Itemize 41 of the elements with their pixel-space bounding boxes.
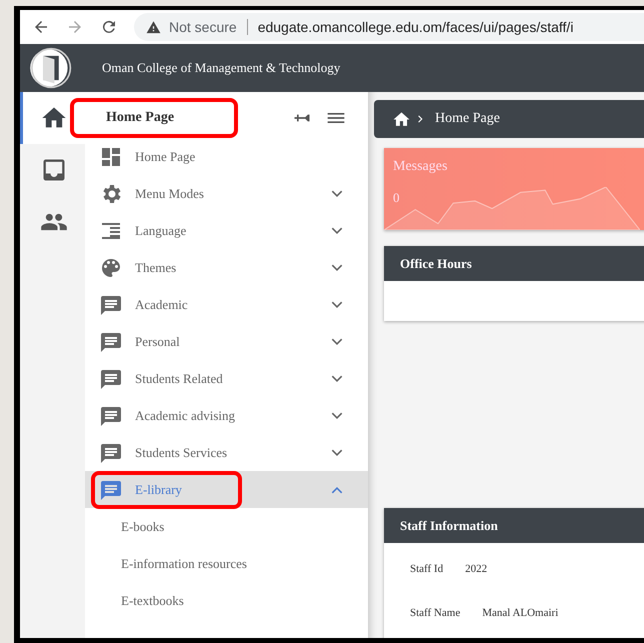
url-text: edugate.omancollege.edu.om/faces/ui/pages/staff/i bbox=[258, 19, 574, 35]
field-value: Manal ALOmairi bbox=[482, 607, 558, 619]
menu-item-label: Themes bbox=[135, 260, 176, 276]
menu-item[interactable]: Academic bbox=[85, 286, 368, 323]
breadcrumb-link[interactable]: Home Page bbox=[435, 111, 500, 127]
menu-item-label: E-library bbox=[135, 482, 182, 498]
menu-item-label: Personal bbox=[135, 334, 180, 350]
address-bar[interactable]: Not secure edugate.omancollege.edu.om/faces/ui/pages/staff/i bbox=[134, 13, 644, 41]
menu-item-label: Academic bbox=[135, 296, 188, 312]
menu-item[interactable]: Academic advising bbox=[85, 397, 368, 434]
menu-item-label: Students Services bbox=[135, 444, 228, 460]
menu-item[interactable]: Menu Modes bbox=[85, 175, 368, 212]
panel-title: Office Hours bbox=[400, 256, 472, 272]
submenu-item[interactable]: E-information resources bbox=[85, 545, 368, 582]
menu-title: Home Page bbox=[70, 98, 238, 138]
college-title: Oman College of Management & Technology bbox=[102, 60, 340, 76]
menu-item-label: Menu Modes bbox=[135, 186, 204, 202]
menu-item[interactable]: Students Services bbox=[85, 434, 368, 471]
card-title: Messages bbox=[393, 159, 448, 175]
field-label: Staff Id bbox=[410, 563, 444, 575]
menu-item-label: Students Related bbox=[135, 370, 223, 386]
menu-item[interactable]: Home Page bbox=[85, 138, 368, 175]
reload-icon[interactable] bbox=[100, 18, 118, 36]
security-label: Not secure bbox=[169, 19, 248, 35]
submenu-item[interactable]: E-textbooks bbox=[85, 582, 368, 619]
menu-item[interactable]: Personal bbox=[85, 323, 368, 360]
panel-title: Staff Information bbox=[400, 518, 498, 534]
menu-item-label: Home Page bbox=[135, 148, 196, 164]
menu-item[interactable]: E-library bbox=[85, 471, 368, 508]
home-icon[interactable] bbox=[392, 110, 411, 128]
menu-item[interactable]: Themes bbox=[85, 249, 368, 286]
field-value: 2022 bbox=[465, 563, 488, 575]
message-count: 0 bbox=[393, 190, 400, 206]
field-label: Staff Name bbox=[410, 607, 460, 619]
warning-icon bbox=[146, 20, 161, 34]
menu-item[interactable]: Students Related bbox=[85, 360, 368, 397]
submenu-item[interactable]: E-books bbox=[85, 508, 368, 545]
rail-tab[interactable] bbox=[20, 92, 85, 144]
menu-item[interactable]: Language bbox=[85, 212, 368, 249]
menu-item-label: Academic advising bbox=[135, 408, 235, 424]
menu-item-label: Language bbox=[135, 222, 186, 238]
